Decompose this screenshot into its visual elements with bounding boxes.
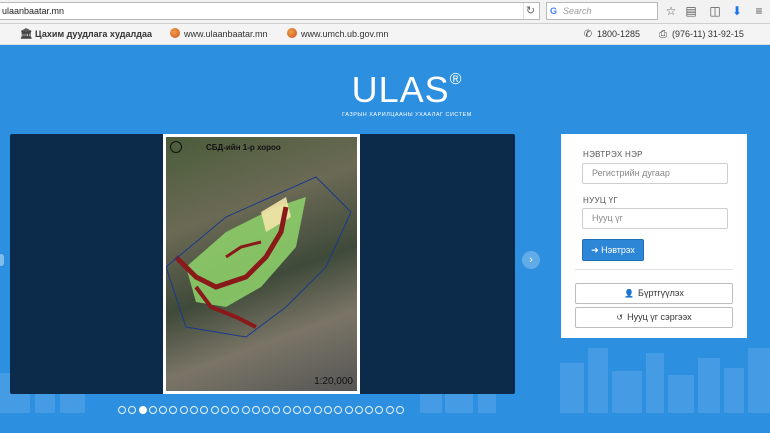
bank-icon: 🏛 [20,29,33,40]
slider-dot[interactable] [251,406,260,414]
slider-next-button[interactable]: › [522,251,540,269]
site-link-label: www.umch.ub.gov.mn [301,29,389,39]
site-link-label: www.ulaanbaatar.mn [184,29,268,39]
menu-icon[interactable]: ≡ [752,3,766,19]
login-button-label: Нэвтрэх [601,245,635,255]
username-label: НЭВТРЭХ НЭР [583,150,643,159]
username-input[interactable]: Регистрийн дугаар [582,163,728,184]
slider-dot[interactable] [323,406,332,414]
map-scale: 1:20,000 [314,376,353,387]
browser-toolbar: ulaanbaatar.mn ↻ G Search ☆ ▤ ◫ ⬇ ≡ [0,0,770,24]
password-input[interactable]: Нууц үг [582,208,728,229]
slider-dot[interactable] [313,406,322,414]
phone-number: ✆ 1800-1285 [582,24,640,45]
fax-label: (976-11) 31-92-15 [672,29,744,39]
bookmark-star-icon[interactable]: ☆ [664,3,678,19]
slide-map-image: СБД-ийн 1-р хороо 1:20,000 [163,134,360,394]
logo-subtitle: ГАЗРЫН ХАРИЛЦААНЫ УХААЛАГ СИСТЕМ [342,112,472,118]
password-label: НУУЦ ҮГ [583,196,618,205]
north-arrow-icon [170,141,182,153]
address-bar-url: ulaanbaatar.mn [2,6,65,16]
slider-pagination [118,401,406,414]
ecommerce-label: Цахим дуудлага худалдаа [35,29,152,39]
reset-password-label: Нууц үг сэргээх [627,312,692,322]
site-link-ulaanbaatar[interactable]: www.ulaanbaatar.mn [170,24,268,45]
phone-label: 1800-1285 [597,29,641,39]
user-icon: 👤 [624,289,635,298]
site-logo: ULAS® ГАЗРЫН ХАРИЛЦААНЫ УХААЛАГ СИСТЕМ [0,60,770,119]
browser-search-placeholder: Search [563,6,592,16]
satellite-map: СБД-ийн 1-р хороо 1:20,000 [166,137,357,391]
browser-search-input[interactable]: G Search [546,2,658,20]
map-title: СБД-ийн 1-р хороо [206,143,281,152]
logo-title: ULAS® [351,69,463,110]
pocket-icon[interactable]: ◫ [708,3,722,19]
phone-icon: ✆ [583,29,593,40]
google-icon: G [550,6,558,16]
slider-dot[interactable] [138,406,147,414]
reload-icon[interactable]: ↻ [523,3,537,19]
download-icon[interactable]: ⬇ [730,3,744,19]
register-button-label: Бүртгүүлэх [638,288,684,298]
reading-list-icon[interactable]: ▤ [684,3,698,19]
fax-number: ⎙ (976-11) 31-92-15 [657,24,744,45]
slider-dot[interactable] [179,406,188,414]
map-overlay-drawing [166,176,351,338]
slider-dot[interactable] [385,406,394,414]
slider-dot[interactable] [282,406,291,414]
register-button[interactable]: 👤 Бүртгүүлэх [575,283,733,304]
slider-dot[interactable] [241,406,250,414]
divider [575,269,733,270]
site-link-umch[interactable]: www.umch.ub.gov.mn [287,24,388,45]
address-bar[interactable]: ulaanbaatar.mn ↻ [0,2,540,20]
slider-dot[interactable] [220,406,229,414]
slider-dot[interactable] [344,406,353,414]
slider-prev-button[interactable] [0,254,4,266]
login-panel: НЭВТРЭХ НЭР Регистрийн дугаар НУУЦ ҮГ Ну… [561,134,747,338]
slider-dot[interactable] [293,406,302,414]
ecommerce-link[interactable]: 🏛 Цахим дуудлага худалдаа [20,24,152,45]
login-button[interactable]: ➜ Нэвтрэх [582,239,644,261]
top-info-bar: 🏛 Цахим дуудлага худалдаа www.ulaanbaatar… [0,24,770,45]
fax-icon: ⎙ [659,29,667,40]
image-slider[interactable]: СБД-ийн 1-р хороо 1:20,000 [10,134,515,394]
slider-dot[interactable] [210,406,219,414]
sign-in-icon: ➜ [591,245,599,255]
city-emblem-icon [287,28,297,38]
undo-icon: ↺ [616,313,624,322]
city-emblem-icon [170,28,180,38]
reset-password-button[interactable]: ↺ Нууц үг сэргээх [575,307,733,328]
slider-dot[interactable] [148,406,157,414]
slider-dot[interactable] [396,406,405,414]
slider-dot[interactable] [118,406,126,414]
slider-dot[interactable] [354,406,363,414]
